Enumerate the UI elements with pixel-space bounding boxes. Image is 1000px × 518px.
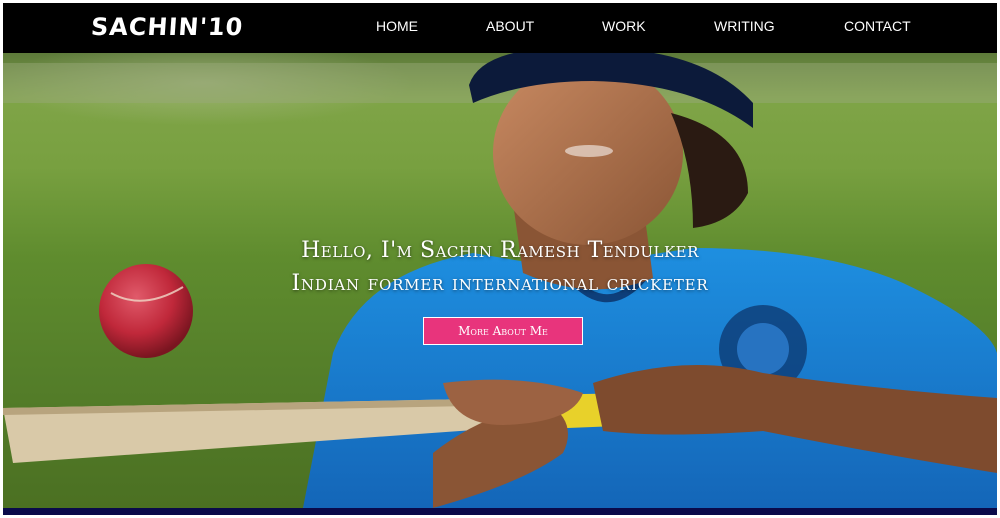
nav-home[interactable]: HOME bbox=[376, 18, 418, 34]
bottom-strip bbox=[3, 508, 997, 515]
hero-headline-line2: Indian former international cricketer bbox=[291, 271, 709, 296]
nav-contact[interactable]: CONTACT bbox=[844, 18, 911, 34]
nav-work[interactable]: WORK bbox=[602, 18, 646, 34]
nav-writing[interactable]: WRITING bbox=[714, 18, 775, 34]
hero-section: Hello, I'm Sachin Ramesh Tendulker India… bbox=[3, 53, 997, 508]
site-logo[interactable]: SACHIN'10 bbox=[90, 13, 244, 41]
navbar: SACHIN'10 HOME ABOUT WORK WRITING CONTAC… bbox=[3, 3, 997, 53]
more-about-me-button[interactable]: More About Me bbox=[423, 317, 583, 345]
page-frame: SACHIN'10 HOME ABOUT WORK WRITING CONTAC… bbox=[3, 3, 997, 515]
nav-about[interactable]: ABOUT bbox=[486, 18, 534, 34]
hero-headline-line1: Hello, I'm Sachin Ramesh Tendulker bbox=[301, 238, 699, 263]
